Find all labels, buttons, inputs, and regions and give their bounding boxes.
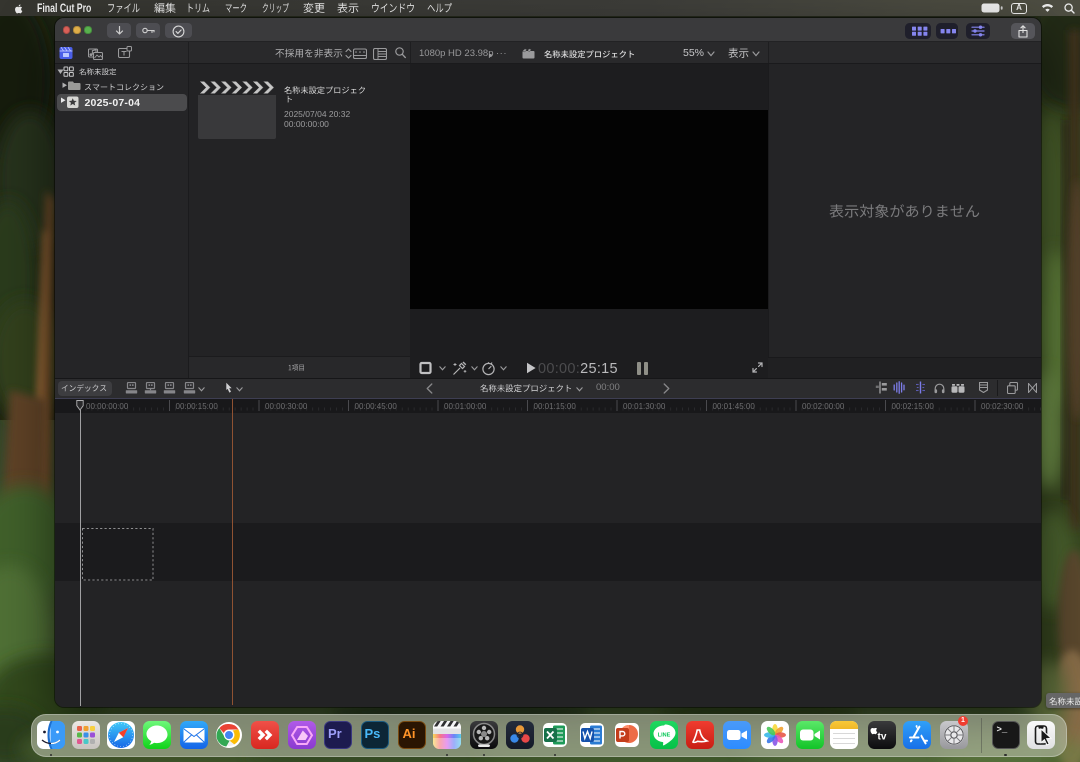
svg-text:00:01:45:00: 00:01:45:00	[713, 402, 756, 411]
svg-text:00:01:30:00: 00:01:30:00	[623, 402, 666, 411]
svg-text:00:02:00:00: 00:02:00:00	[802, 402, 845, 411]
svg-text:00:02:30:00: 00:02:30:00	[981, 402, 1024, 411]
svg-text:00:00:00:00: 00:00:00:00	[86, 402, 129, 411]
svg-text:00:01:15:00: 00:01:15:00	[534, 402, 577, 411]
svg-text:tv: tv	[877, 732, 886, 743]
svg-text:00:00:30:00: 00:00:30:00	[265, 402, 308, 411]
svg-text:LINE: LINE	[658, 733, 671, 739]
svg-text:00:01:00:00: 00:01:00:00	[444, 402, 487, 411]
svg-text:00:00:15:00: 00:00:15:00	[176, 402, 219, 411]
svg-text:00:02:15:00: 00:02:15:00	[892, 402, 935, 411]
svg-text:00:00:45:00: 00:00:45:00	[355, 402, 398, 411]
